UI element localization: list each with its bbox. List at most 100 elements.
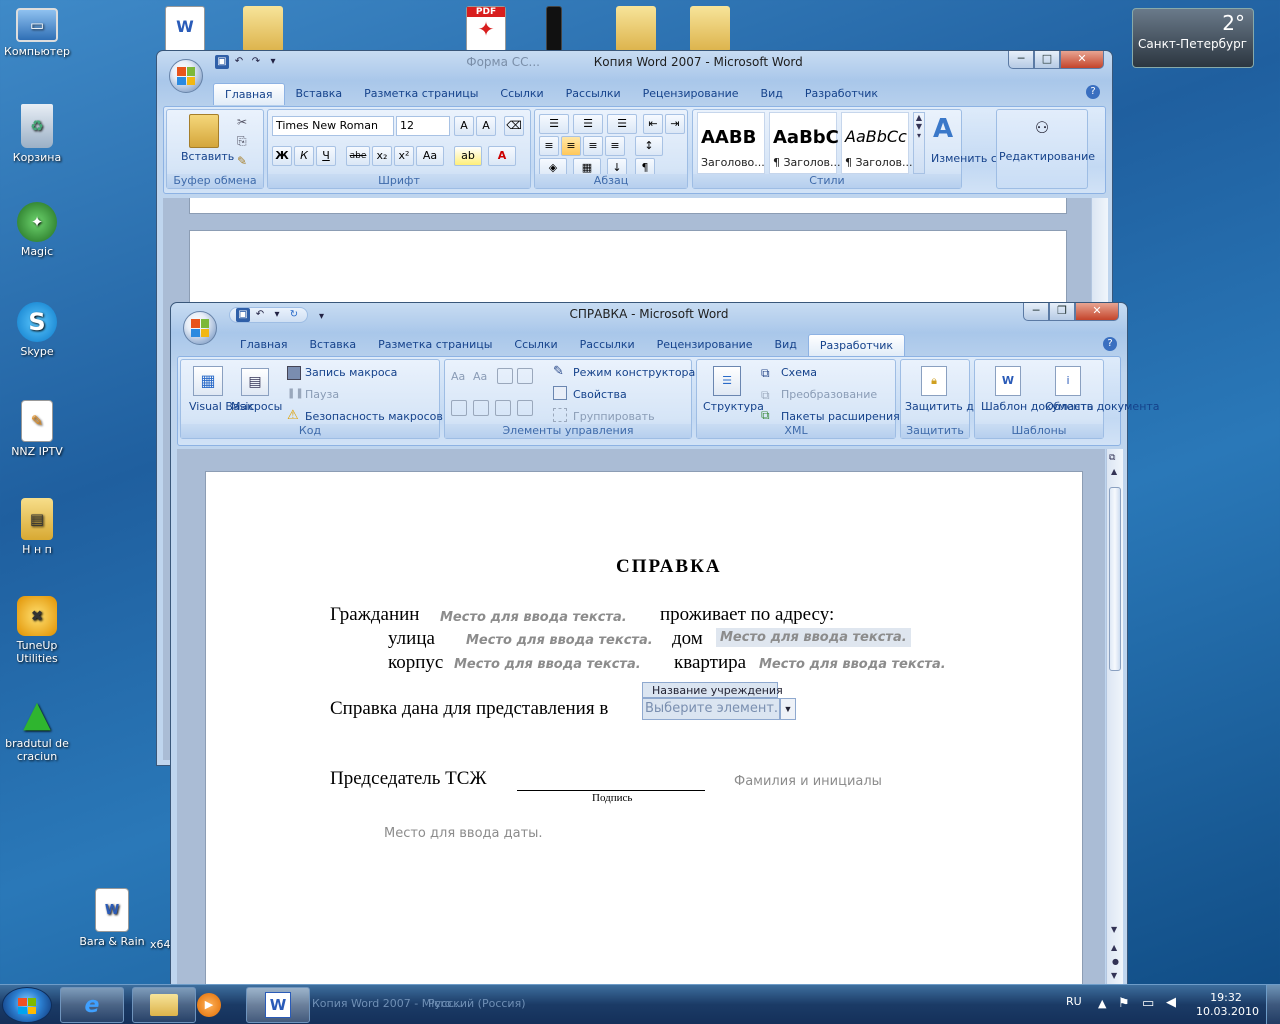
language-indicator[interactable]: RU — [1066, 995, 1082, 1008]
weather-gadget[interactable]: 2° Санкт-Петербург — [1132, 8, 1254, 68]
justify-icon[interactable]: ≡ — [605, 136, 625, 156]
document-panel-button[interactable]: Область документа — [1045, 400, 1160, 413]
taskbar-word[interactable]: W — [246, 987, 310, 1023]
clear-format-button[interactable]: ⌫ — [504, 116, 524, 136]
video-file-icon[interactable] — [546, 6, 562, 52]
front-word-window[interactable]: СПРАВКА - Microsoft Word ▣ ↶ ▾ ↻ ▾ ─ ❐ ✕… — [170, 302, 1160, 1011]
macros-button[interactable]: Макросы — [231, 400, 282, 413]
tab-developer[interactable]: Разработчик — [807, 334, 906, 356]
scroll-up-icon[interactable]: ▲ — [1111, 467, 1117, 476]
next-page-icon[interactable]: ▼ — [1111, 971, 1117, 980]
building-block-icon[interactable] — [495, 400, 511, 416]
name-placeholder[interactable]: Фамилия и инициалы — [734, 774, 882, 789]
desktop-icon-computer[interactable]: ▭ Компьютер — [0, 8, 74, 58]
paste-button[interactable]: Вставить — [181, 150, 234, 163]
desktop-icon-bara-rain[interactable]: W Bara & Rain — [74, 888, 150, 948]
undo-icon[interactable]: ↶ — [253, 308, 267, 322]
schema-button[interactable]: Схема — [781, 366, 817, 379]
institution-dropdown[interactable]: Название учреждения Выберите элемент. ▼ — [642, 682, 796, 722]
properties-button[interactable]: Свойства — [573, 388, 627, 401]
document-page[interactable]: СПРАВКА Гражданин Место для ввода текста… — [205, 471, 1083, 1011]
ruler-toggle-icon[interactable]: ⧉ — [1109, 453, 1115, 463]
combo-control-icon[interactable] — [517, 368, 533, 384]
tab-home[interactable]: Главная — [229, 334, 299, 356]
bullets-icon[interactable]: ☰ — [539, 114, 569, 134]
shrink-font-button[interactable]: A — [476, 116, 496, 136]
legacy-tools-icon[interactable] — [517, 400, 533, 416]
front-vertical-scrollbar[interactable]: ⧉ ▲ ▼ ▲ ● ▼ — [1106, 449, 1123, 989]
multilevel-list-icon[interactable]: ☰ — [607, 114, 637, 134]
browse-object-icon[interactable]: ● — [1112, 957, 1119, 966]
folder-icon[interactable] — [243, 6, 283, 52]
tab-review[interactable]: Рецензирование — [632, 83, 750, 105]
taskbar-ie[interactable]: e — [60, 987, 124, 1023]
font-color-icon[interactable]: A — [488, 146, 516, 166]
tab-developer[interactable]: Разработчик — [794, 83, 889, 105]
change-case-button[interactable]: Aa — [416, 146, 444, 166]
house-placeholder[interactable]: Место для ввода текста. — [716, 628, 911, 647]
pdf-file-icon[interactable]: PDF ✦ — [466, 6, 506, 52]
date-placeholder[interactable]: Место для ввода даты. — [384, 826, 543, 841]
desktop-icon-recycle-bin[interactable]: ♻ Корзина — [0, 104, 74, 164]
highlight-icon[interactable]: ab — [454, 146, 482, 166]
close-button[interactable]: ✕ — [1060, 51, 1104, 69]
desktop-icon-tuneup[interactable]: ✖ TuneUp Utilities — [0, 596, 74, 665]
minimize-button[interactable]: ─ — [1008, 51, 1034, 69]
back-window-titlebar[interactable]: Форма СС... Копия Word 2007 - Microsoft … — [157, 51, 1112, 77]
tab-insert[interactable]: Вставка — [285, 83, 354, 105]
save-icon[interactable]: ▣ — [236, 308, 250, 322]
underline-button[interactable]: Ч — [316, 146, 336, 166]
tab-home[interactable]: Главная — [213, 83, 285, 105]
increase-indent-icon[interactable]: ⇥ — [665, 114, 685, 134]
style-item[interactable]: AaBbC ¶ Заголов... — [769, 112, 841, 174]
strikethrough-button[interactable]: abe — [346, 146, 370, 166]
italic-button[interactable]: К — [294, 146, 314, 166]
building-placeholder[interactable]: Место для ввода текста. — [454, 657, 641, 672]
prev-page-icon[interactable]: ▲ — [1111, 943, 1117, 952]
office-button[interactable] — [169, 59, 203, 93]
styles-scroll-icon[interactable]: ▲ ▼ ▾ — [913, 112, 925, 174]
dropdown-value[interactable]: Выберите элемент. — [642, 698, 780, 720]
copy-icon[interactable]: ⎘ — [237, 134, 247, 149]
tab-page-layout[interactable]: Разметка страницы — [353, 83, 489, 105]
close-button[interactable]: ✕ — [1075, 303, 1119, 321]
street-placeholder[interactable]: Место для ввода текста. — [466, 633, 653, 648]
taskbar-media-player[interactable]: ▶ — [178, 987, 240, 1023]
clock[interactable]: 19:32 10.03.2010 — [1196, 991, 1259, 1019]
help-icon[interactable]: ? — [1103, 337, 1117, 351]
numbering-icon[interactable]: ☰ — [573, 114, 603, 134]
grow-font-button[interactable]: A — [454, 116, 474, 136]
save-icon[interactable]: ▣ — [215, 55, 229, 69]
decrease-indent-icon[interactable]: ⇤ — [643, 114, 663, 134]
repeat-icon[interactable]: ↻ — [287, 308, 301, 322]
tab-references[interactable]: Ссылки — [489, 83, 554, 105]
show-desktop-button[interactable] — [1266, 985, 1280, 1024]
paste-icon[interactable] — [189, 114, 219, 148]
rich-text-control-icon[interactable]: Aa — [451, 370, 465, 383]
cut-icon[interactable]: ✂ — [237, 115, 247, 129]
tab-insert[interactable]: Вставка — [299, 334, 368, 356]
style-item[interactable]: AABB Заголово... — [697, 112, 765, 174]
qat-dropdown-icon[interactable]: ▾ — [319, 311, 324, 322]
desktop-icon-skype[interactable]: S Skype — [0, 302, 74, 358]
align-right-icon[interactable]: ≡ — [583, 136, 603, 156]
front-window-titlebar[interactable]: СПРАВКА - Microsoft Word — [171, 303, 1127, 329]
show-hidden-icons[interactable]: ▲ — [1098, 997, 1106, 1010]
desktop-icon-christmas-tree[interactable]: ▲ bradutul de craciun — [0, 694, 74, 764]
desktop-icon-folder[interactable]: ▤ Н н п — [0, 498, 74, 556]
undo-dropdown-icon[interactable]: ▾ — [270, 308, 284, 322]
structure-button[interactable]: Структура — [703, 400, 764, 413]
network-icon[interactable]: ▭ — [1142, 996, 1154, 1011]
style-item[interactable]: AaBbCc ¶ Заголов... — [841, 112, 913, 174]
align-center-icon[interactable]: ≡ — [561, 136, 581, 156]
flat-placeholder[interactable]: Место для ввода текста. — [759, 657, 946, 672]
editing-button[interactable]: Редактирование — [999, 150, 1095, 163]
tab-references[interactable]: Ссылки — [503, 334, 568, 356]
folder-icon[interactable] — [690, 6, 730, 52]
desktop-icon-magic[interactable]: ✦ Magic — [0, 202, 74, 258]
pause-button[interactable]: Пауза — [305, 388, 339, 401]
office-button[interactable] — [183, 311, 217, 345]
action-center-icon[interactable]: ⚑ — [1118, 996, 1130, 1011]
font-name-box[interactable]: Times New Roman — [272, 116, 394, 136]
font-size-box[interactable]: 12 — [396, 116, 450, 136]
